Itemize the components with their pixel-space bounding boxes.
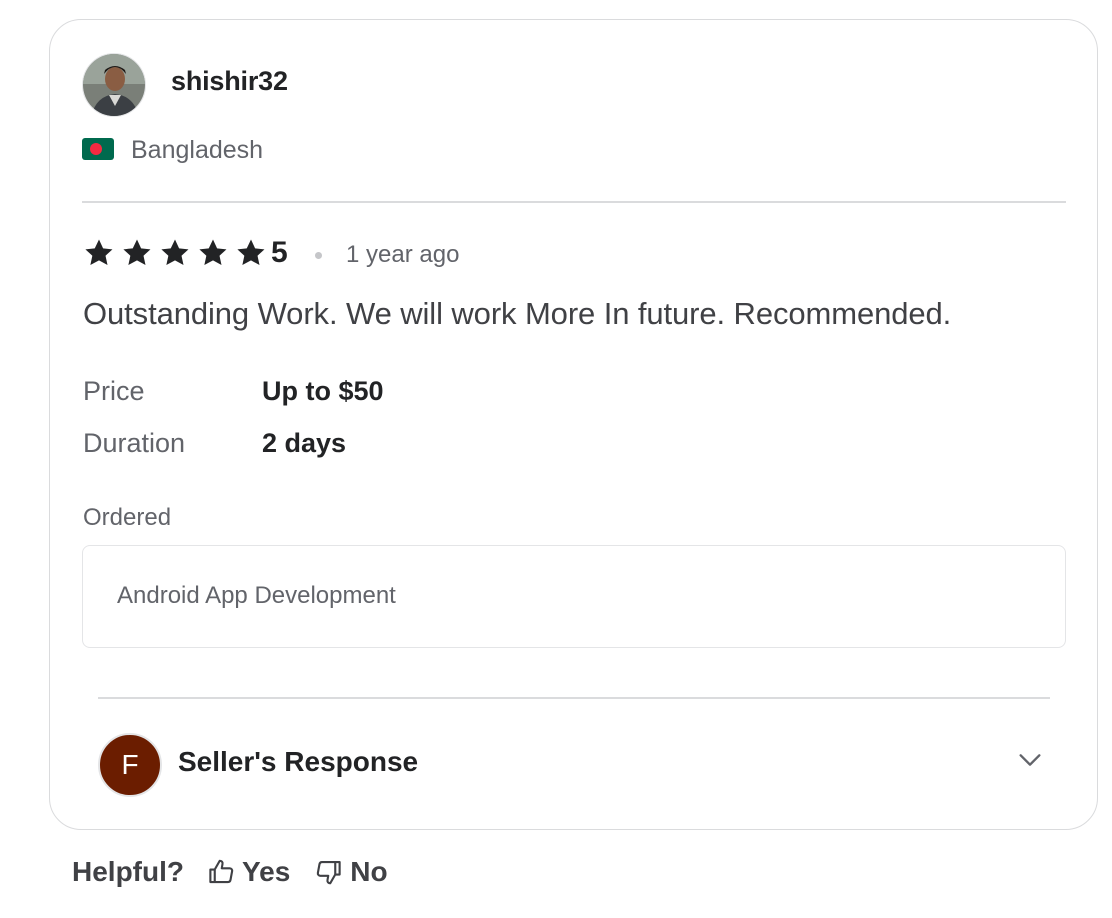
reviewer-avatar[interactable]	[82, 53, 146, 117]
helpful-yes-button[interactable]: Yes	[206, 856, 290, 888]
seller-response-toggle[interactable]: Seller's Response	[178, 746, 418, 778]
helpful-label: Helpful?	[72, 856, 184, 887]
duration-label: Duration	[83, 428, 186, 458]
helpful-row: Helpful? Yes No	[72, 853, 412, 891]
duration-value: 2 days	[262, 428, 347, 458]
reviewer-username[interactable]: shishir32	[171, 66, 288, 97]
ordered-item-box[interactable]: Android App Development	[82, 545, 1066, 648]
price-value: Up to $50	[262, 376, 384, 406]
helpful-yes-label: Yes	[242, 856, 291, 887]
star-rating	[82, 236, 268, 270]
seller-avatar: F	[98, 733, 162, 797]
star-icon	[199, 239, 227, 266]
thumbs-down-icon	[317, 860, 341, 885]
reviewer-photo	[83, 54, 145, 116]
bangladesh-flag-icon	[82, 138, 114, 160]
star-icon	[85, 239, 113, 266]
star-icon	[237, 239, 265, 266]
rating-value: 5	[271, 236, 288, 269]
helpful-no-button[interactable]: No	[314, 856, 388, 888]
ordered-item[interactable]: Android App Development	[117, 582, 396, 610]
ordered-label: Ordered	[83, 504, 172, 531]
review-time: 1 year ago	[346, 241, 460, 268]
divider	[98, 697, 1050, 699]
star-icon	[161, 239, 189, 266]
reviewer-country: Bangladesh	[131, 136, 264, 164]
review-text: Outstanding Work. We will work More In f…	[83, 296, 952, 331]
chevron-down-icon[interactable]	[1016, 746, 1044, 774]
star-icon	[123, 239, 151, 266]
divider	[82, 201, 1066, 203]
separator-dot	[315, 252, 322, 259]
thumbs-up-icon	[209, 859, 234, 884]
helpful-no-label: No	[350, 856, 388, 887]
price-label: Price	[83, 376, 145, 406]
